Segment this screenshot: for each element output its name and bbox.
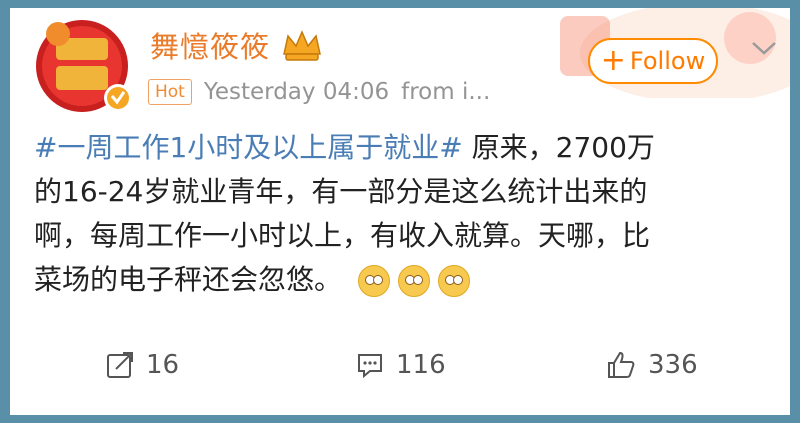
- weibo-post-card: 舞憶筱筱 Hot Yesterday 04:06 from i... + Fol…: [10, 8, 790, 415]
- repost-button[interactable]: 16: [106, 338, 179, 392]
- comment-button[interactable]: 116: [356, 338, 446, 392]
- chevron-down-icon[interactable]: [750, 38, 778, 58]
- action-bar: 16 116 336: [10, 338, 790, 392]
- post-line-2: 的16-24岁就业青年，有一部分是这么统计出来的: [34, 175, 648, 208]
- vip-crown-icon: [283, 30, 321, 61]
- hot-badge: Hot: [148, 79, 192, 105]
- follow-label: Follow: [629, 47, 706, 75]
- post-line-3: 啊，每周工作一小时以上，有收入就算。天哪，比: [34, 219, 651, 252]
- like-count: 336: [648, 350, 698, 380]
- follow-button[interactable]: + Follow: [588, 38, 718, 84]
- emoji-icon: [398, 265, 431, 297]
- repost-count: 16: [146, 350, 180, 380]
- emoji-icon: [438, 265, 471, 297]
- topic-link[interactable]: #一周工作1小时及以上属于就业#: [34, 131, 463, 164]
- comment-icon: [358, 354, 382, 379]
- source-label: from i...: [401, 79, 491, 105]
- post-line-1: 原来，2700万: [462, 131, 655, 164]
- plus-icon: +: [600, 43, 626, 78]
- post-line-4: 菜场的电子秤还会忽悠。: [34, 263, 343, 296]
- repost-icon: [107, 352, 133, 378]
- post-meta: Hot Yesterday 04:06 from i...: [148, 72, 490, 112]
- timestamp: Yesterday 04:06: [203, 79, 390, 105]
- comment-count: 116: [396, 350, 446, 380]
- username[interactable]: 舞憶筱筱: [150, 24, 270, 66]
- post-text: #一周工作1小时及以上属于就业# 原来，2700万 的16-24岁就业青年，有一…: [34, 126, 774, 302]
- like-button[interactable]: 336: [606, 338, 698, 392]
- thumbs-up-icon: [608, 351, 635, 378]
- emoji-icon: [358, 265, 391, 297]
- avatar[interactable]: [34, 16, 134, 116]
